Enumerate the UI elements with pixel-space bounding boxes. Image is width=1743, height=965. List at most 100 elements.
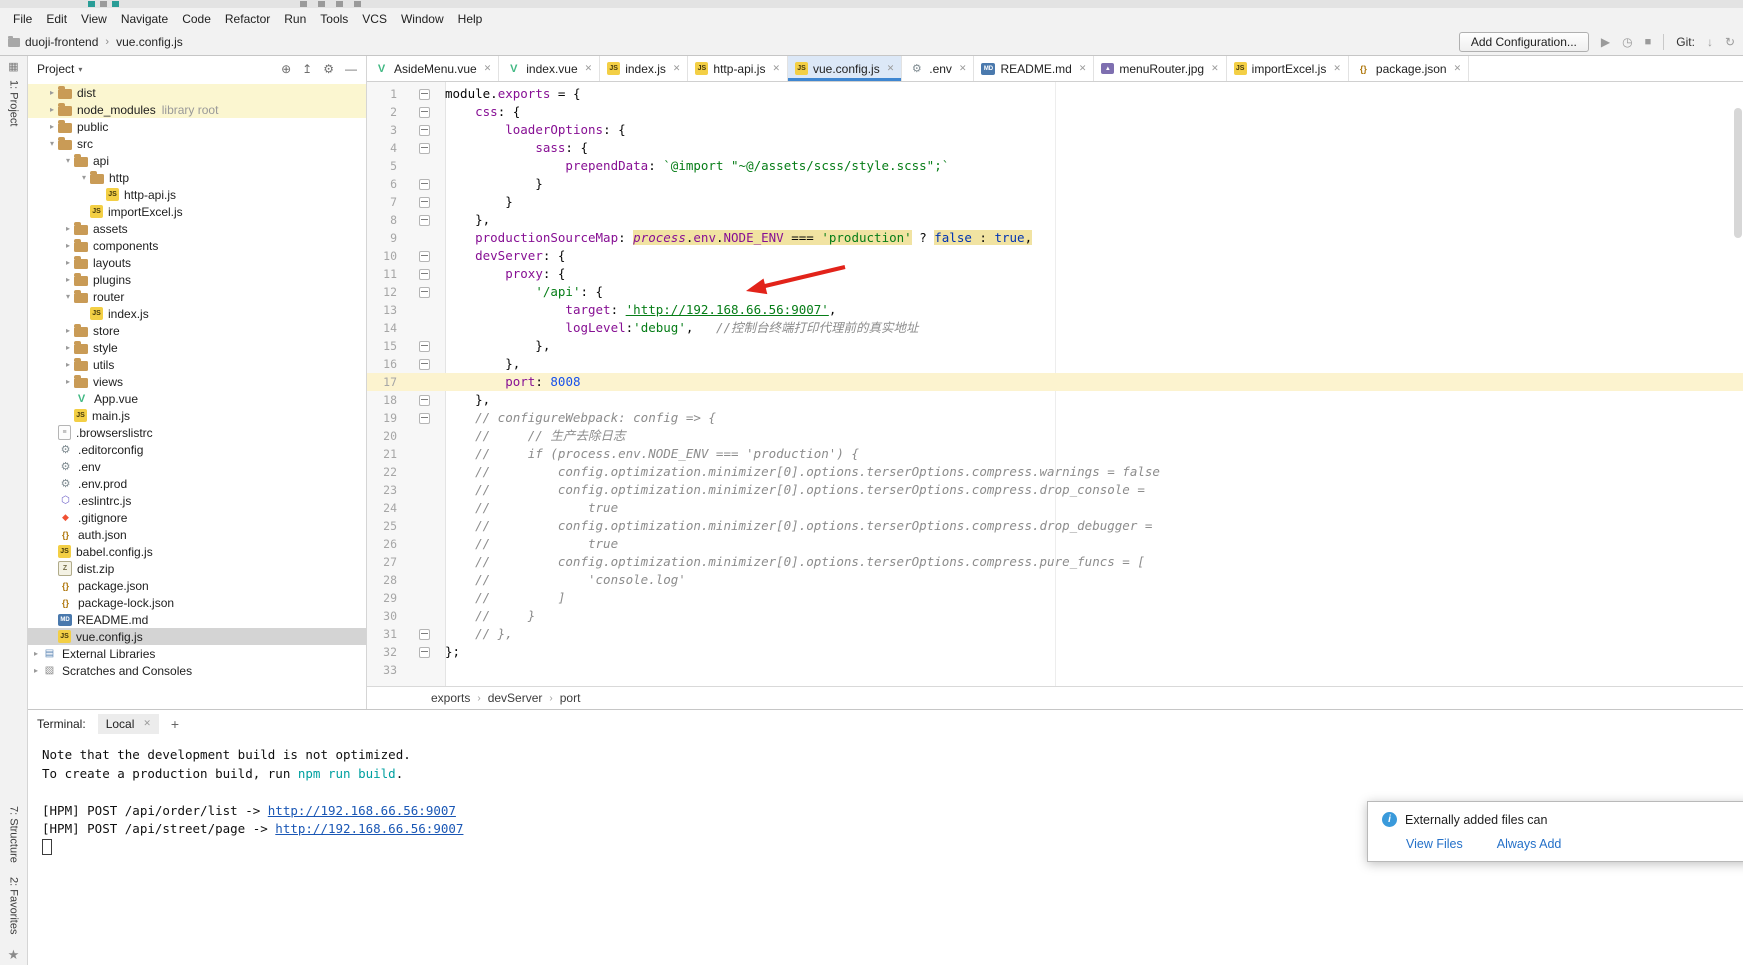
- tree-item-external-libraries[interactable]: ▸▤External Libraries: [28, 645, 366, 662]
- tree-item-vue-config-js[interactable]: JSvue.config.js: [28, 628, 366, 645]
- tree-item-utils[interactable]: ▸utils: [28, 356, 366, 373]
- chevron-down-icon[interactable]: ▾: [78, 65, 82, 74]
- tab-close-icon[interactable]: ✕: [1454, 63, 1462, 74]
- terminal-link[interactable]: http://192.168.66.56:9007: [268, 803, 456, 818]
- breadcrumb-item-duoji-frontend[interactable]: duoji-frontend: [25, 35, 98, 49]
- tab-close-icon[interactable]: ✕: [585, 63, 593, 74]
- code-line-2[interactable]: 2 css: {: [367, 103, 1743, 121]
- fold-start-icon[interactable]: [419, 269, 430, 280]
- code-line-14[interactable]: 14 logLevel:'debug', //控制台终端打印代理前的真实地址: [367, 319, 1743, 337]
- terminal-tab-local[interactable]: Local ✕: [98, 714, 159, 734]
- chevron-right-icon[interactable]: ▸: [62, 224, 74, 233]
- chevron-right-icon[interactable]: ▸: [62, 241, 74, 250]
- editor-breadcrumb-port[interactable]: port: [560, 691, 581, 705]
- tab-close-icon[interactable]: ✕: [1211, 63, 1219, 74]
- stop-icon[interactable]: ■: [1645, 36, 1652, 48]
- favorites-star-icon[interactable]: ★: [8, 947, 20, 963]
- tree-item-env-prod[interactable]: ⚙.env.prod: [28, 475, 366, 492]
- tab-close-icon[interactable]: ✕: [484, 63, 492, 74]
- chevron-right-icon[interactable]: ▸: [62, 377, 74, 386]
- tree-item-store[interactable]: ▸store: [28, 322, 366, 339]
- tree-item-browserslistrc[interactable]: ≡.browserslistrc: [28, 424, 366, 441]
- code-line-21[interactable]: 21 // if (process.env.NODE_ENV === 'prod…: [367, 445, 1743, 463]
- tree-item-scratches-and-consoles[interactable]: ▸▧Scratches and Consoles: [28, 662, 366, 679]
- editor-tab-importexcel-js[interactable]: JSimportExcel.js✕: [1227, 56, 1349, 81]
- fold-end-icon[interactable]: [419, 629, 430, 640]
- tree-item-http-api-js[interactable]: JShttp-api.js: [28, 186, 366, 203]
- code-line-1[interactable]: 1module.exports = {: [367, 85, 1743, 103]
- editor-tab-vue-config-js[interactable]: JSvue.config.js✕: [788, 56, 902, 81]
- code-line-10[interactable]: 10 devServer: {: [367, 247, 1743, 265]
- hide-panel-icon[interactable]: —: [345, 62, 357, 76]
- locate-file-icon[interactable]: ⊕: [281, 62, 291, 76]
- menu-item-run[interactable]: Run: [277, 10, 313, 28]
- code-line-20[interactable]: 20 // // 生产去除日志: [367, 427, 1743, 445]
- vcs-rollback-icon[interactable]: ↻: [1725, 35, 1735, 49]
- chevron-right-icon[interactable]: ▸: [30, 666, 42, 675]
- chevron-right-icon[interactable]: ▸: [46, 88, 58, 97]
- editor-breadcrumb-devserver[interactable]: devServer: [488, 691, 543, 705]
- tree-item-auth-json[interactable]: {}auth.json: [28, 526, 366, 543]
- code-line-18[interactable]: 18 },: [367, 391, 1743, 409]
- code-line-24[interactable]: 24 // true: [367, 499, 1743, 517]
- code-line-25[interactable]: 25 // config.optimization.minimizer[0].o…: [367, 517, 1743, 535]
- tree-item-main-js[interactable]: JSmain.js: [28, 407, 366, 424]
- code-line-9[interactable]: 9 productionSourceMap: process.env.NODE_…: [367, 229, 1743, 247]
- chevron-right-icon[interactable]: ▸: [62, 343, 74, 352]
- close-icon[interactable]: ✕: [143, 718, 151, 729]
- editor[interactable]: 1module.exports = {2 css: {3 loaderOptio…: [367, 82, 1743, 686]
- tab-close-icon[interactable]: ✕: [959, 63, 967, 74]
- chevron-right-icon[interactable]: ▸: [62, 275, 74, 284]
- chevron-right-icon[interactable]: ▸: [30, 649, 42, 658]
- chevron-down-icon[interactable]: ▾: [62, 292, 74, 301]
- tab-close-icon[interactable]: ✕: [1079, 63, 1087, 74]
- code-line-27[interactable]: 27 // config.optimization.minimizer[0].o…: [367, 553, 1743, 571]
- tree-item-app-vue[interactable]: VApp.vue: [28, 390, 366, 407]
- view-files-link[interactable]: View Files: [1406, 837, 1463, 851]
- git-branch-label[interactable]: Git:: [1676, 35, 1695, 49]
- tool-stripe-project[interactable]: 1: Project: [8, 80, 20, 126]
- tree-item-node-modules[interactable]: ▸node_moduleslibrary root: [28, 101, 366, 118]
- editor-tab-http-api-js[interactable]: JShttp-api.js✕: [688, 56, 788, 81]
- chevron-right-icon[interactable]: ▸: [62, 326, 74, 335]
- code-line-7[interactable]: 7 }: [367, 193, 1743, 211]
- tree-item-layouts[interactable]: ▸layouts: [28, 254, 366, 271]
- profiler-icon[interactable]: ◷: [1622, 35, 1632, 49]
- chevron-right-icon[interactable]: ▸: [62, 258, 74, 267]
- breadcrumb-item-vue-config-js[interactable]: vue.config.js: [116, 35, 183, 49]
- tree-item-public[interactable]: ▸public: [28, 118, 366, 135]
- menu-item-window[interactable]: Window: [394, 10, 451, 28]
- code-line-11[interactable]: 11 proxy: {: [367, 265, 1743, 283]
- terminal-link[interactable]: http://192.168.66.56:9007: [275, 821, 463, 836]
- code-line-31[interactable]: 31 // },: [367, 625, 1743, 643]
- tree-item-src[interactable]: ▾src: [28, 135, 366, 152]
- tool-stripe-favorites[interactable]: 2: Favorites: [8, 877, 20, 934]
- code-line-22[interactable]: 22 // config.optimization.minimizer[0].o…: [367, 463, 1743, 481]
- tree-item-http[interactable]: ▾http: [28, 169, 366, 186]
- tool-stripe-structure[interactable]: 7: Structure: [8, 806, 20, 863]
- code-line-32[interactable]: 32};: [367, 643, 1743, 661]
- fold-end-icon[interactable]: [419, 647, 430, 658]
- fold-start-icon[interactable]: [419, 143, 430, 154]
- editor-tab-index-vue[interactable]: Vindex.vue✕: [499, 56, 600, 81]
- code-line-13[interactable]: 13 target: 'http://192.168.66.56:9007',: [367, 301, 1743, 319]
- chevron-down-icon[interactable]: ▾: [62, 156, 74, 165]
- editor-tab-package-json[interactable]: {}package.json✕: [1349, 56, 1469, 81]
- vcs-update-icon[interactable]: ↓: [1707, 35, 1713, 49]
- code-line-33[interactable]: 33: [367, 661, 1743, 679]
- tree-item-dist[interactable]: ▸dist: [28, 84, 366, 101]
- tree-item-assets[interactable]: ▸assets: [28, 220, 366, 237]
- fold-end-icon[interactable]: [419, 197, 430, 208]
- menu-item-file[interactable]: File: [6, 10, 39, 28]
- tree-item-editorconfig[interactable]: ⚙.editorconfig: [28, 441, 366, 458]
- fold-end-icon[interactable]: [419, 359, 430, 370]
- tree-item-env[interactable]: ⚙.env: [28, 458, 366, 475]
- menu-item-tools[interactable]: Tools: [313, 10, 355, 28]
- fold-end-icon[interactable]: [419, 395, 430, 406]
- fold-end-icon[interactable]: [419, 341, 430, 352]
- menu-item-refactor[interactable]: Refactor: [218, 10, 277, 28]
- editor-tab-index-js[interactable]: JSindex.js✕: [600, 56, 688, 81]
- tree-item-package-lock-json[interactable]: {}package-lock.json: [28, 594, 366, 611]
- tree-item-package-json[interactable]: {}package.json: [28, 577, 366, 594]
- menu-item-edit[interactable]: Edit: [39, 10, 74, 28]
